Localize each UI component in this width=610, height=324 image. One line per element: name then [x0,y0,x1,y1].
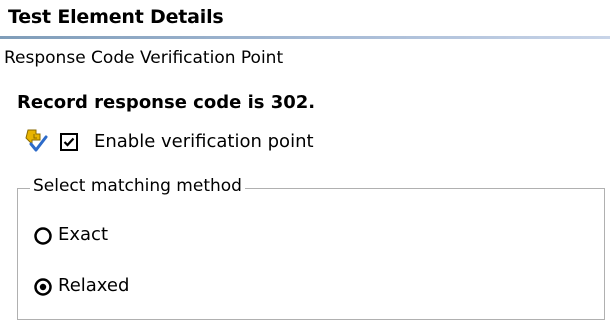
matching-method-group [17,188,605,320]
section-divider [0,36,610,39]
verification-point-icon [22,128,48,154]
radio-unselected-icon [34,227,52,245]
enable-verification-checkbox[interactable] [60,133,78,151]
radio-relaxed-label[interactable]: Relaxed [58,275,129,296]
section-title: Test Element Details [8,6,224,28]
radio-exact-label[interactable]: Exact [58,224,108,245]
test-element-details-panel: Test Element Details Response Code Verif… [0,0,610,324]
enable-verification-label[interactable]: Enable verification point [94,131,314,152]
subsection-title: Response Code Verification Point [4,48,284,68]
matching-method-legend: Select matching method [30,176,245,196]
radio-relaxed[interactable] [33,277,53,297]
radio-selected-icon [34,278,52,296]
section-header: Test Element Details [0,4,610,39]
radio-exact[interactable] [33,226,53,246]
checkmark-icon [63,137,75,147]
record-response-code-text: Record response code is 302. [17,92,316,113]
